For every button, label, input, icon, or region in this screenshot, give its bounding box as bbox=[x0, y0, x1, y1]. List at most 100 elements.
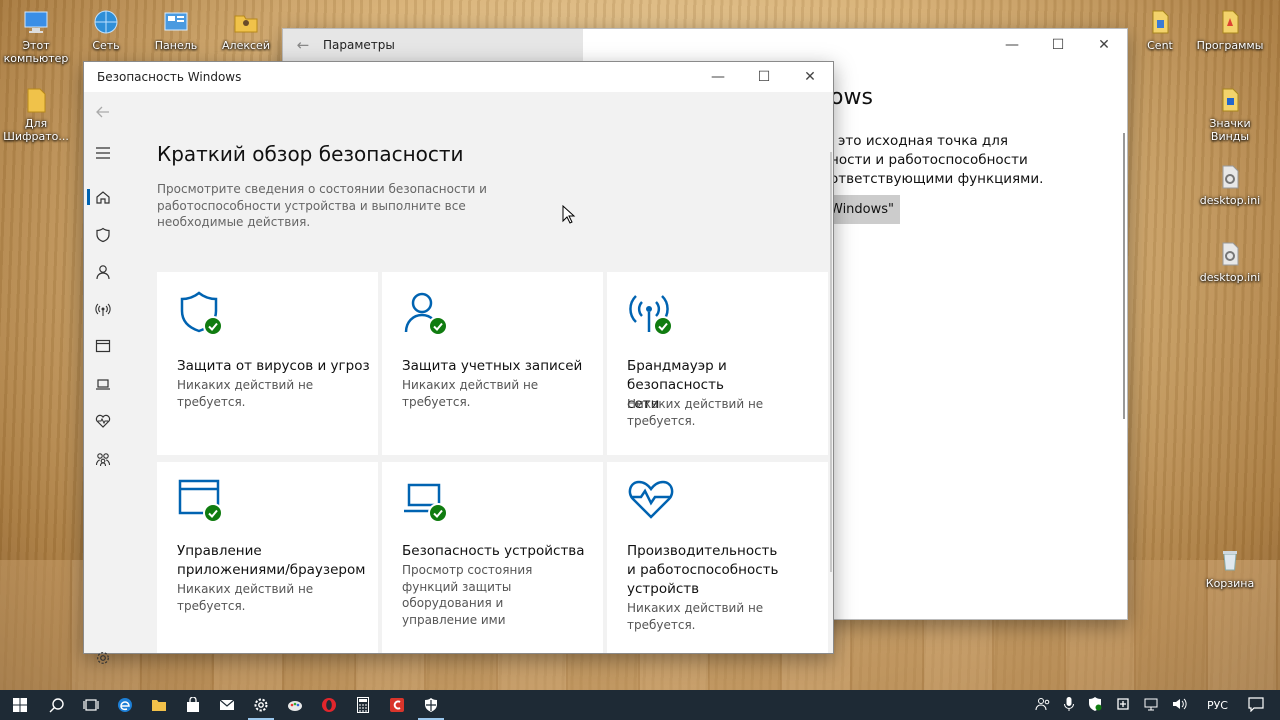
desktop-icon-label: desktop.ini bbox=[1199, 271, 1261, 284]
taskbar: РУС bbox=[0, 690, 1280, 720]
page-title: Краткий обзор безопасности bbox=[157, 142, 464, 166]
taskbar-edge[interactable] bbox=[108, 690, 142, 720]
computer-icon bbox=[22, 8, 50, 36]
tile-app-browser-control[interactable]: Управление приложениями/браузером Никаки… bbox=[157, 462, 378, 653]
ccleaner-icon bbox=[390, 698, 404, 712]
desktop-icon-user-folder[interactable]: Алексей Никитенко bbox=[210, 8, 282, 52]
search-button[interactable] bbox=[40, 690, 74, 720]
laptop-icon bbox=[96, 379, 110, 390]
taskbar-file-explorer[interactable] bbox=[142, 690, 176, 720]
back-arrow-icon[interactable]: ← bbox=[283, 36, 323, 54]
icons-folder-icon bbox=[1216, 86, 1244, 114]
people-icon[interactable] bbox=[1029, 696, 1057, 715]
user-folder-icon bbox=[232, 8, 260, 36]
taskbar-ccleaner[interactable] bbox=[380, 690, 414, 720]
microphone-icon[interactable] bbox=[1057, 696, 1081, 715]
settings-caption-buttons: — ☐ ✕ bbox=[989, 29, 1127, 61]
home-icon bbox=[96, 191, 110, 204]
button-label-fragment: Windows" bbox=[830, 202, 895, 217]
maximize-button[interactable]: ☐ bbox=[741, 61, 787, 93]
language-indicator[interactable]: РУС bbox=[1193, 699, 1242, 712]
taskbar-store[interactable] bbox=[176, 690, 210, 720]
security-main: Краткий обзор безопасности Просмотрите с… bbox=[122, 92, 833, 653]
gear-icon bbox=[97, 652, 109, 664]
sidebar-item-settings[interactable] bbox=[84, 642, 122, 674]
main-scrollbar[interactable] bbox=[830, 152, 832, 572]
tile-device-performance[interactable]: Производительность и работоспособность у… bbox=[607, 462, 828, 653]
desktop-icon-label: Сеть bbox=[92, 39, 120, 52]
status-ok-icon bbox=[428, 316, 448, 336]
start-button[interactable] bbox=[0, 690, 40, 720]
tile-status: Никаких действий не требуется. bbox=[627, 601, 764, 632]
paint-palette-icon bbox=[288, 701, 302, 711]
store-bag-icon bbox=[187, 697, 199, 712]
tile-device-security[interactable]: Безопасность устройства Просмотр состоян… bbox=[382, 462, 603, 653]
task-view-button[interactable] bbox=[74, 690, 108, 720]
tile-icon bbox=[627, 477, 677, 527]
desktop-icon-windows-icons[interactable]: Значки Винды bbox=[1194, 86, 1266, 143]
desktop-icon-label: Cent bbox=[1147, 39, 1173, 52]
desktop-icon-label: Панель управления bbox=[154, 39, 198, 52]
browser-window-icon bbox=[95, 339, 111, 353]
tile-account-protection[interactable]: Защита учетных записей Никаких действий … bbox=[382, 272, 603, 455]
sidebar-item-account-protection[interactable] bbox=[84, 256, 122, 288]
desktop-icon-network[interactable]: Сеть bbox=[70, 8, 142, 52]
back-button[interactable] bbox=[84, 96, 122, 128]
tray-app-icon[interactable] bbox=[1109, 696, 1137, 715]
taskbar-paint[interactable] bbox=[278, 690, 312, 720]
close-button[interactable]: ✕ bbox=[1081, 29, 1127, 61]
windows-security-window[interactable]: Безопасность Windows — ☐ ✕ Краткий обзор… bbox=[83, 61, 834, 664]
settings-text-line: это исходная точка для bbox=[838, 133, 1009, 149]
settings-heading-fragment: ows bbox=[830, 85, 873, 110]
folder-icon bbox=[22, 86, 50, 114]
sidebar-item-device-security[interactable] bbox=[84, 368, 122, 400]
status-ok-icon bbox=[203, 503, 223, 523]
settings-scrollbar[interactable] bbox=[1123, 133, 1125, 419]
desktop-icon-cent[interactable]: Cent bbox=[1124, 8, 1196, 52]
maximize-button[interactable]: ☐ bbox=[1035, 29, 1081, 61]
taskbar-windows-security[interactable] bbox=[414, 690, 448, 720]
minimize-button[interactable]: — bbox=[989, 29, 1035, 61]
volume-icon[interactable] bbox=[1165, 696, 1193, 715]
desktop-icon-this-pc[interactable]: Этот компьютер bbox=[0, 8, 72, 65]
taskbar-calculator[interactable] bbox=[346, 690, 380, 720]
calculator-icon bbox=[357, 697, 369, 713]
desktop-icon-control-panel[interactable]: Панель управления bbox=[140, 8, 212, 52]
minimize-button[interactable]: — bbox=[695, 61, 741, 93]
open-windows-security-button[interactable]: Windows" bbox=[830, 195, 900, 224]
desktop-icon-label: Программы bbox=[1196, 39, 1264, 52]
settings-file-icon bbox=[1216, 163, 1244, 191]
desktop-icon-desktop-ini-2[interactable]: desktop.ini bbox=[1194, 240, 1266, 284]
sidebar-item-firewall[interactable] bbox=[84, 293, 122, 325]
sidebar-item-virus-protection[interactable] bbox=[84, 219, 122, 251]
desktop-icon-programs[interactable]: Программы bbox=[1194, 8, 1266, 52]
desktop-icon-desktop-ini-1[interactable]: desktop.ini bbox=[1194, 163, 1266, 207]
close-button[interactable]: ✕ bbox=[787, 61, 833, 93]
taskbar-opera[interactable] bbox=[312, 690, 346, 720]
menu-button[interactable] bbox=[84, 137, 122, 169]
sidebar-item-app-browser[interactable] bbox=[84, 330, 122, 362]
person-icon bbox=[96, 265, 110, 280]
tile-icon bbox=[402, 290, 452, 340]
control-panel-icon bbox=[162, 8, 190, 36]
desktop-icon-encrypt-folder[interactable]: Для Шифрато... bbox=[0, 86, 72, 143]
heart-pulse-icon bbox=[628, 480, 674, 519]
tile-status: Никаких действий не требуется. bbox=[177, 582, 314, 613]
desktop-icon-label: desktop.ini bbox=[1199, 194, 1261, 207]
sidebar-item-family[interactable] bbox=[84, 443, 122, 475]
tile-firewall[interactable]: Брандмауэр и безопасность сети Никаких д… bbox=[607, 272, 828, 455]
settings-titlebar[interactable]: ← Параметры — ☐ ✕ bbox=[283, 29, 1127, 61]
notifications-icon[interactable] bbox=[1242, 696, 1280, 715]
desktop-icon-recycle-bin[interactable]: Корзина bbox=[1194, 546, 1266, 590]
sidebar-item-device-performance[interactable] bbox=[84, 405, 122, 437]
tray-security-icon[interactable] bbox=[1081, 696, 1109, 715]
taskbar-settings[interactable] bbox=[244, 690, 278, 720]
tile-virus-protection[interactable]: Защита от вирусов и угроз Никаких действ… bbox=[157, 272, 378, 455]
tile-status: Никаких действий не требуется. bbox=[627, 397, 764, 428]
taskbar-mail[interactable] bbox=[210, 690, 244, 720]
sidebar-item-home[interactable] bbox=[84, 181, 122, 213]
settings-text-line: ности и работоспособности bbox=[830, 152, 1028, 168]
network-icon[interactable] bbox=[1137, 696, 1165, 715]
system-tray: РУС bbox=[1029, 696, 1280, 715]
security-titlebar[interactable]: Безопасность Windows — ☐ ✕ bbox=[84, 62, 833, 92]
